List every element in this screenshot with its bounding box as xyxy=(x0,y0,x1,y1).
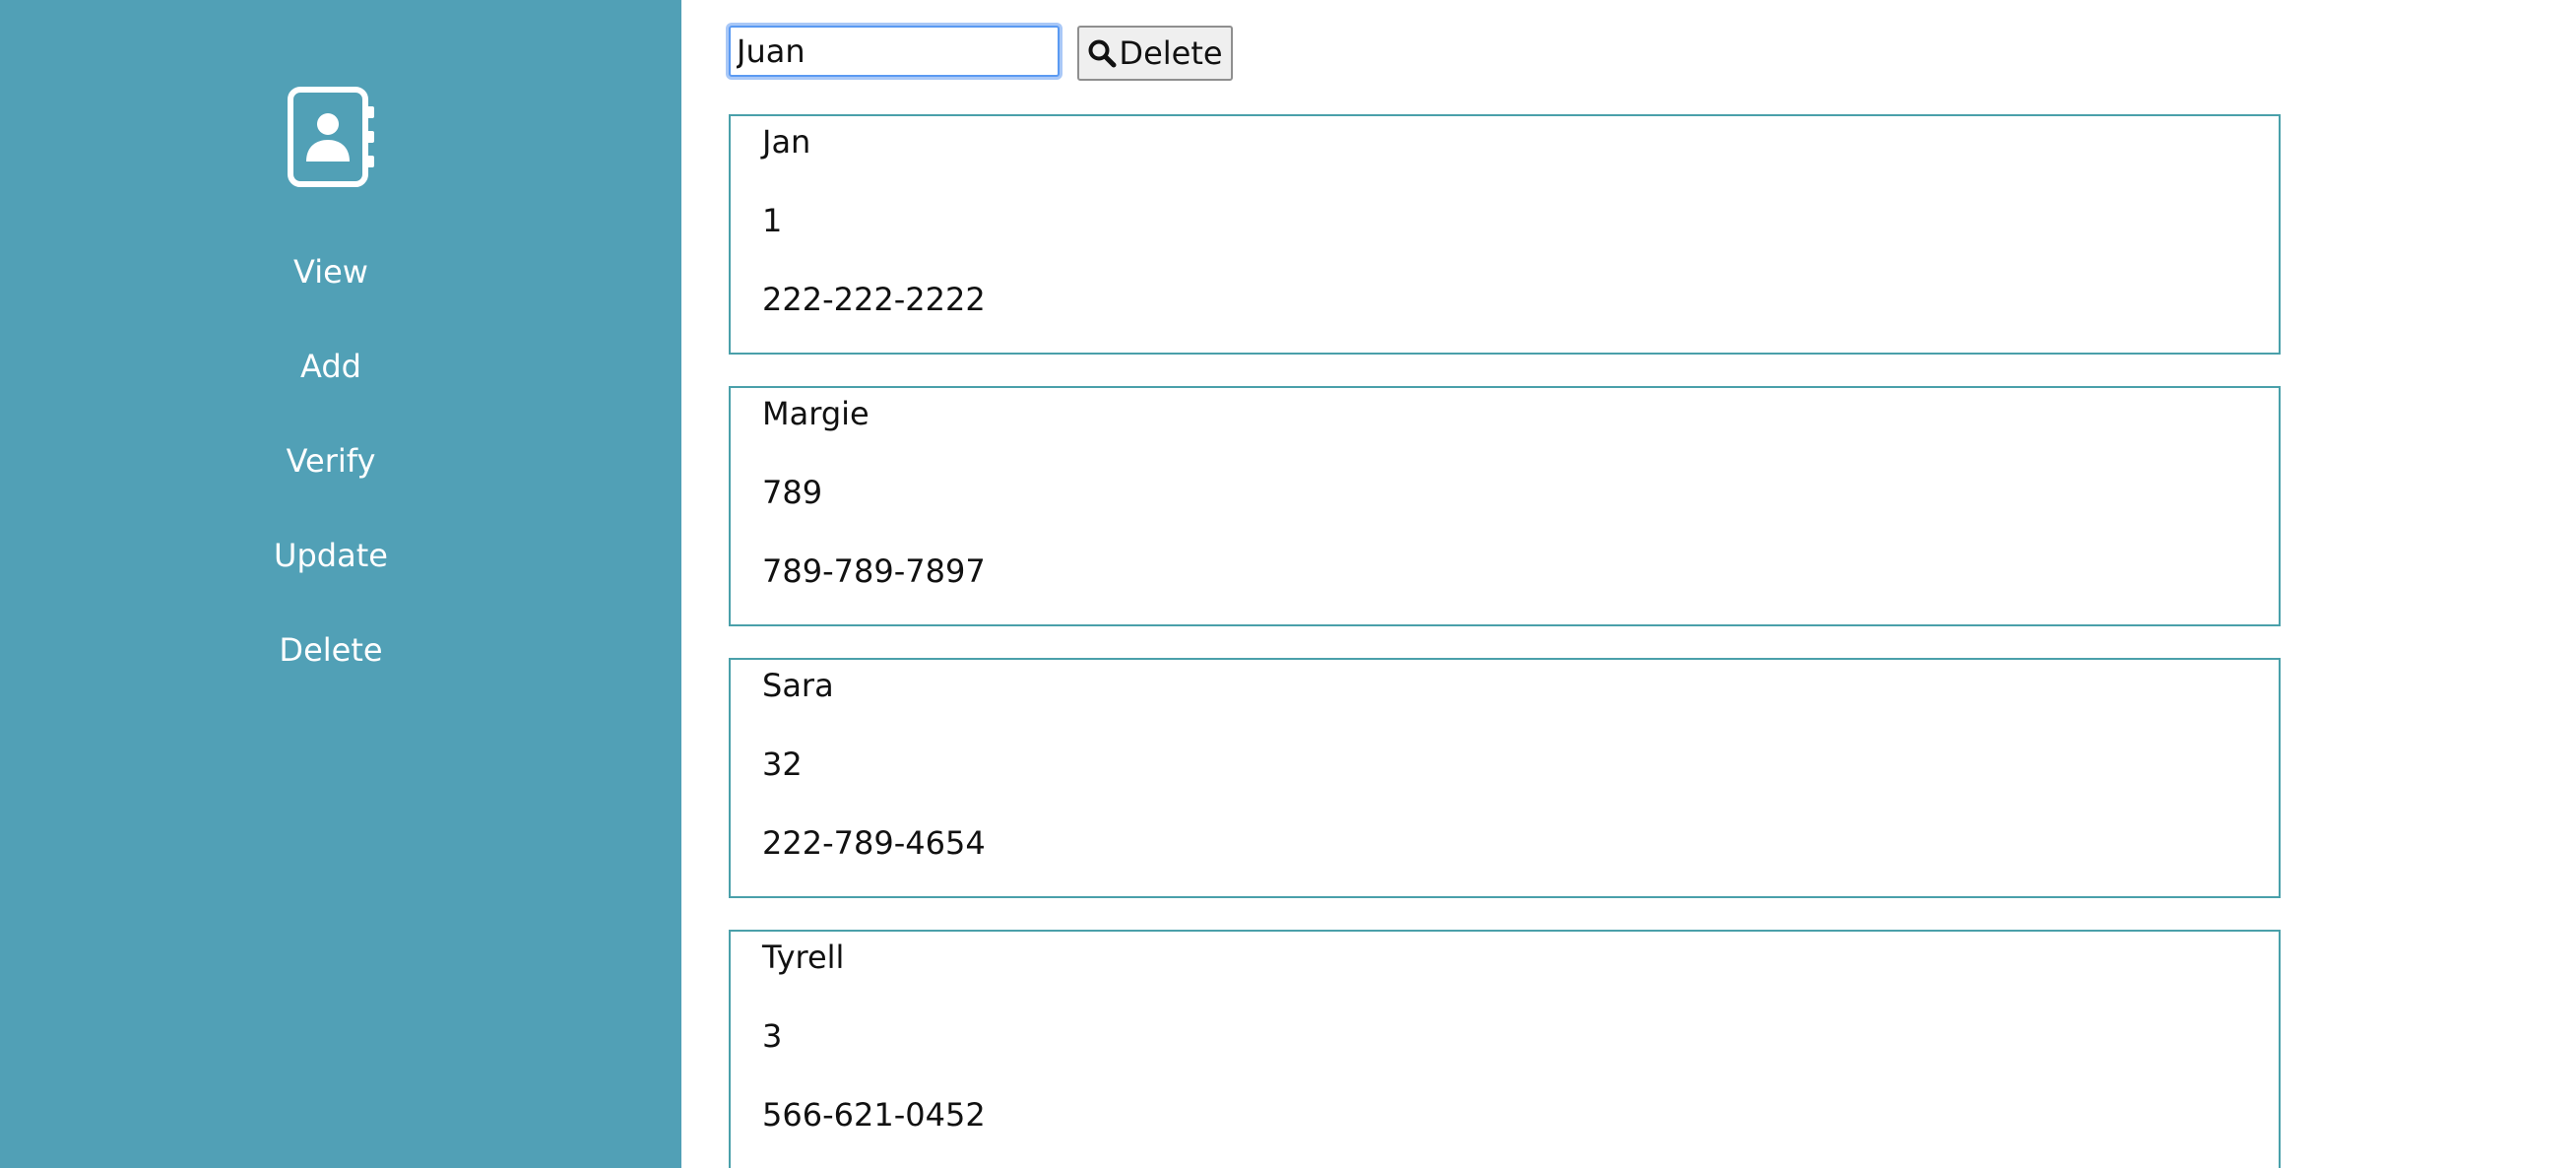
contact-card: Margie 789 789-789-7897 xyxy=(729,386,2281,626)
contact-card: Tyrell 3 566-621-0452 xyxy=(729,930,2281,1168)
main-content: Delete Jan 1 222-222-2222 Margie 789 789… xyxy=(681,0,2576,1168)
contact-id: 1 xyxy=(762,202,783,239)
nav-item-view[interactable]: View xyxy=(0,252,662,292)
contact-id: 3 xyxy=(762,1017,783,1055)
app-root: View Add Verify Update Delete Delete Jan… xyxy=(0,0,2576,1168)
contact-name: Margie xyxy=(762,395,869,432)
delete-button[interactable]: Delete xyxy=(1077,26,1233,81)
contact-name: Jan xyxy=(762,123,811,161)
contact-id: 789 xyxy=(762,474,823,511)
contact-phone: 566-621-0452 xyxy=(762,1096,986,1134)
contact-card: Sara 32 222-789-4654 xyxy=(729,658,2281,898)
nav-item-add[interactable]: Add xyxy=(0,347,662,386)
nav-item-verify[interactable]: Verify xyxy=(0,441,662,481)
contact-phone: 222-222-2222 xyxy=(762,281,986,318)
contact-id: 32 xyxy=(762,746,803,783)
sidebar: View Add Verify Update Delete xyxy=(0,0,681,1168)
contact-name: Sara xyxy=(762,667,834,704)
search-icon xyxy=(1088,39,1117,68)
nav-item-update[interactable]: Update xyxy=(0,536,662,575)
contact-card: Jan 1 222-222-2222 xyxy=(729,114,2281,355)
contact-phone: 222-789-4654 xyxy=(762,824,986,862)
nav-item-delete[interactable]: Delete xyxy=(0,630,662,670)
contact-book-icon xyxy=(288,87,374,187)
search-input[interactable] xyxy=(729,26,1060,77)
delete-button-label: Delete xyxy=(1119,34,1223,72)
contact-name: Tyrell xyxy=(762,939,845,976)
contact-phone: 789-789-7897 xyxy=(762,552,986,590)
